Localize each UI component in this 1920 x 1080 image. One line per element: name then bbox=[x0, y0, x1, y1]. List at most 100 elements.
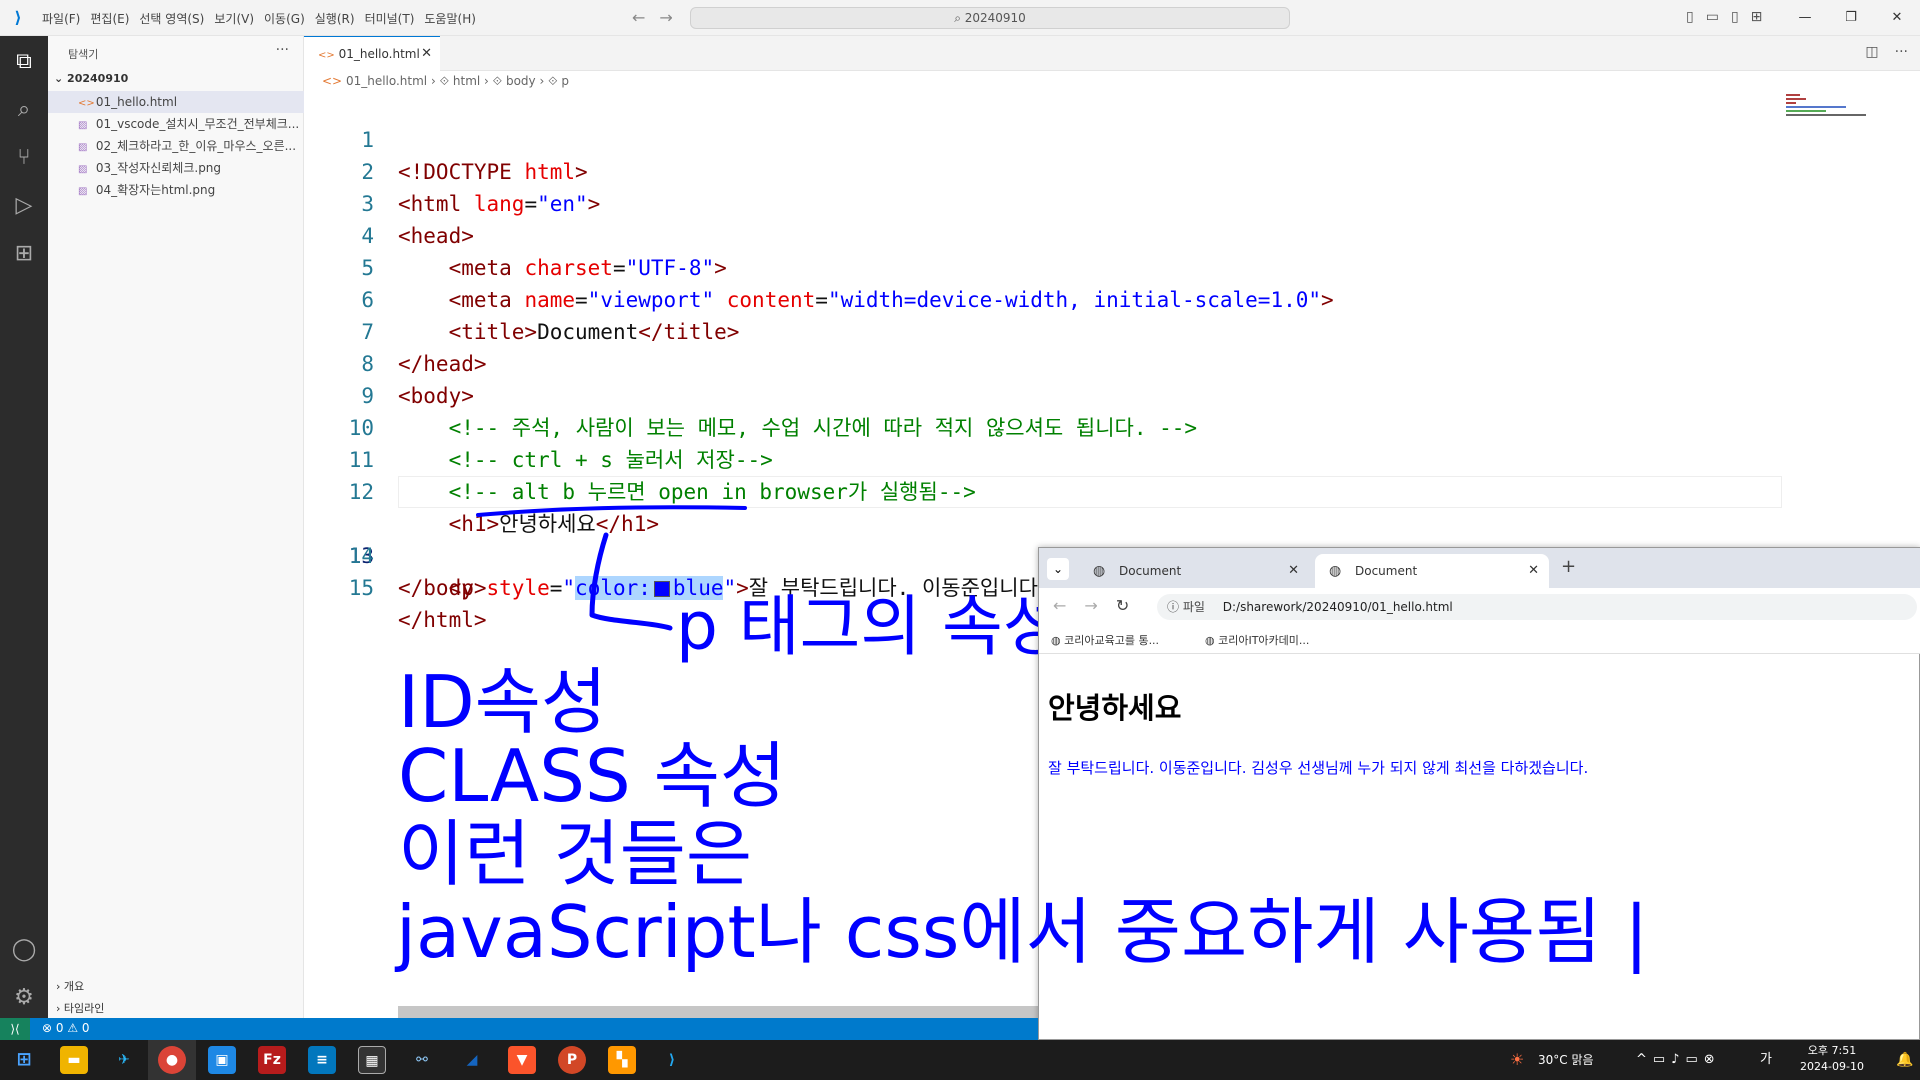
menu-selection[interactable]: 선택 영역(S) bbox=[139, 10, 204, 27]
taskbar: ⊞ ▬ ✈ ● ▣ Fz ≡ ▦ ⚯ ◢ ▼ P ▚ ⟩ ☀ 30°C 맑음 ^… bbox=[0, 1040, 1920, 1080]
filezilla-icon[interactable]: Fz bbox=[258, 1046, 286, 1074]
title-bar: ⟩ 파일(F) 편집(E) 선택 영역(S) 보기(V) 이동(G) 실행(R)… bbox=[0, 0, 1920, 36]
command-center-search[interactable]: ⌕ 20240910 bbox=[690, 7, 1290, 29]
weather-text[interactable]: 30°C 맑음 bbox=[1538, 1040, 1594, 1080]
outline-section[interactable]: › 개요 bbox=[56, 978, 84, 994]
bookmarks-bar: ◍ 코리아교육고를 통... ◍ 코리아IT아카데미... bbox=[1039, 624, 1920, 654]
back-arrow-icon[interactable]: ← bbox=[632, 8, 645, 27]
explorer-icon[interactable]: ⧉ bbox=[10, 48, 38, 76]
timeline-section[interactable]: › 타임라인 bbox=[56, 1000, 104, 1016]
image-file-icon: ▨ bbox=[78, 164, 88, 175]
wing-app-icon[interactable]: ◢ bbox=[458, 1046, 486, 1074]
clock[interactable]: 오후 7:51 2024-09-10 bbox=[1792, 1043, 1872, 1075]
timeline-label: 타임라인 bbox=[63, 1002, 105, 1015]
chevron-right-icon: › bbox=[56, 980, 64, 993]
annotation-line: javaScript나 css에서 중요하게 사용됨 | bbox=[396, 890, 1649, 974]
notification-icon[interactable]: 🔔 bbox=[1896, 1040, 1913, 1080]
tab-hello-html[interactable]: <> 01_hello.html ✕ bbox=[304, 36, 440, 71]
menu-go[interactable]: 이동(G) bbox=[264, 10, 305, 27]
photo-app-icon[interactable]: ▦ bbox=[358, 1046, 386, 1074]
browser-tab-title: Document bbox=[1119, 564, 1182, 578]
window-controls: — ❐ ✕ bbox=[1782, 0, 1920, 36]
horizontal-scrollbar[interactable] bbox=[398, 1006, 1142, 1018]
file-item[interactable]: <> 01_hello.html bbox=[48, 91, 304, 113]
bird-app-icon[interactable]: ✈ bbox=[110, 1046, 138, 1074]
code-line: 2 <html lang="en"> bbox=[304, 124, 600, 216]
bookmark-item[interactable]: ◍ 코리아교육고를 통... bbox=[1051, 632, 1159, 648]
customize-layout-icon[interactable]: ⊞ bbox=[1751, 9, 1763, 25]
close-tab-icon[interactable]: ✕ bbox=[1528, 554, 1539, 588]
file-item[interactable]: ▨ 01_vscode_설치시_무조건_전부체크... bbox=[48, 113, 304, 135]
menu-edit[interactable]: 편집(E) bbox=[90, 10, 129, 27]
tab-label: 01_hello.html bbox=[338, 47, 420, 61]
close-tab-icon[interactable]: ✕ bbox=[1288, 554, 1299, 588]
folder-header[interactable]: ⌄ 20240910 bbox=[54, 72, 128, 85]
brave-browser-icon[interactable]: ▼ bbox=[508, 1046, 536, 1074]
toggle-panel-icon[interactable]: ▭ bbox=[1706, 9, 1719, 25]
code-line: 8 <body> bbox=[304, 316, 474, 408]
menu-view[interactable]: 보기(V) bbox=[214, 10, 254, 27]
back-arrow-icon[interactable]: ← bbox=[1053, 596, 1066, 615]
breadcrumb-file[interactable]: 01_hello.html bbox=[346, 74, 427, 88]
more-actions-icon[interactable]: ··· bbox=[276, 42, 289, 58]
code-text: </head> bbox=[398, 352, 487, 376]
breadcrumb-html[interactable]: html bbox=[453, 74, 480, 88]
close-icon[interactable]: ✕ bbox=[1874, 0, 1920, 36]
reload-icon[interactable]: ↻ bbox=[1116, 596, 1129, 615]
annotation-line: ID속성 bbox=[398, 660, 608, 744]
menu-help[interactable]: 도움말(H) bbox=[424, 10, 476, 27]
menu-file[interactable]: 파일(F) bbox=[42, 10, 80, 27]
code-line: 1 <!DOCTYPE html> bbox=[304, 92, 587, 184]
menu-run[interactable]: 실행(R) bbox=[315, 10, 355, 27]
ime-indicator-icon[interactable]: 가 bbox=[1760, 1040, 1772, 1080]
file-item[interactable]: ▨ 03_작성자신뢰체크.png bbox=[48, 157, 304, 179]
system-tray-icons[interactable]: ^▭♪▭⊗ bbox=[1636, 1040, 1721, 1080]
network-app-icon[interactable]: ⚯ bbox=[408, 1046, 436, 1074]
forward-arrow-icon[interactable]: → bbox=[1084, 596, 1097, 615]
powerpoint-icon[interactable]: P bbox=[558, 1046, 586, 1074]
problems-indicator[interactable]: ⊗ 0 ⚠ 0 bbox=[42, 1021, 90, 1035]
file-explorer-icon[interactable]: ▬ bbox=[60, 1046, 88, 1074]
bookmark-item[interactable]: ◍ 코리아IT아카데미... bbox=[1205, 632, 1309, 648]
source-control-icon[interactable]: ⑂ bbox=[10, 144, 38, 172]
browser-tab[interactable]: ◍ Document ✕ bbox=[1079, 554, 1309, 588]
notepad-icon[interactable]: ≡ bbox=[308, 1046, 336, 1074]
chrome-icon[interactable]: ● bbox=[158, 1046, 186, 1074]
browser-tab-active[interactable]: ◍ Document ✕ bbox=[1315, 554, 1549, 588]
file-name: 02_체크하라고_한_이유_마우스_오른... bbox=[95, 139, 297, 153]
file-item[interactable]: ▨ 02_체크하라고_한_이유_마우스_오른... bbox=[48, 135, 304, 157]
remote-indicator-icon[interactable]: ⟩⟨ bbox=[0, 1018, 30, 1040]
file-item[interactable]: ▨ 04_확장자는html.png bbox=[48, 179, 304, 201]
vscode-taskbar-icon[interactable]: ⟩ bbox=[658, 1046, 686, 1074]
tab-search-dropdown-icon[interactable]: ⌄ bbox=[1047, 558, 1069, 580]
minimize-icon[interactable]: — bbox=[1782, 0, 1828, 36]
run-debug-icon[interactable]: ▷ bbox=[10, 192, 38, 220]
browser-tab-bar: ⌄ ◍ Document ✕ ◍ Document ✕ + bbox=[1039, 548, 1920, 588]
tag-icon: ⟐ bbox=[548, 74, 558, 88]
app-window-icon[interactable]: ▣ bbox=[208, 1046, 236, 1074]
split-editor-icon[interactable]: ◫ bbox=[1865, 44, 1878, 60]
minimap[interactable] bbox=[1786, 92, 1906, 152]
menu-terminal[interactable]: 터미널(T) bbox=[365, 10, 415, 27]
code-line: 7 </head> bbox=[304, 284, 486, 376]
toggle-sidebar-icon[interactable]: ▯ bbox=[1686, 9, 1694, 25]
breadcrumb-p[interactable]: p bbox=[561, 74, 569, 88]
start-windows-icon[interactable]: ⊞ bbox=[10, 1046, 38, 1074]
toggle-secondary-sidebar-icon[interactable]: ▯ bbox=[1731, 9, 1739, 25]
extensions-icon[interactable]: ⊞ bbox=[10, 240, 38, 268]
more-actions-icon[interactable]: ··· bbox=[1895, 44, 1908, 60]
close-icon[interactable]: ✕ bbox=[421, 37, 432, 71]
new-tab-icon[interactable]: + bbox=[1561, 556, 1576, 577]
search-icon[interactable]: ⌕ bbox=[10, 96, 38, 124]
site-info[interactable]: ⓘ 파일 bbox=[1167, 600, 1205, 614]
nav-arrows: ← → bbox=[632, 8, 673, 27]
info-icon: ⓘ bbox=[1167, 600, 1183, 614]
forward-arrow-icon[interactable]: → bbox=[659, 8, 672, 27]
color-swatch-icon[interactable] bbox=[653, 581, 670, 597]
settings-gear-icon[interactable]: ⚙ bbox=[10, 984, 38, 1012]
breadcrumb-body[interactable]: body bbox=[506, 74, 536, 88]
restore-icon[interactable]: ❐ bbox=[1828, 0, 1874, 36]
colorful-app-icon[interactable]: ▚ bbox=[608, 1046, 636, 1074]
address-bar[interactable]: ⓘ 파일 D:/sharework/20240910/01_hello.html bbox=[1157, 594, 1917, 620]
account-icon[interactable]: ◯ bbox=[10, 936, 38, 964]
